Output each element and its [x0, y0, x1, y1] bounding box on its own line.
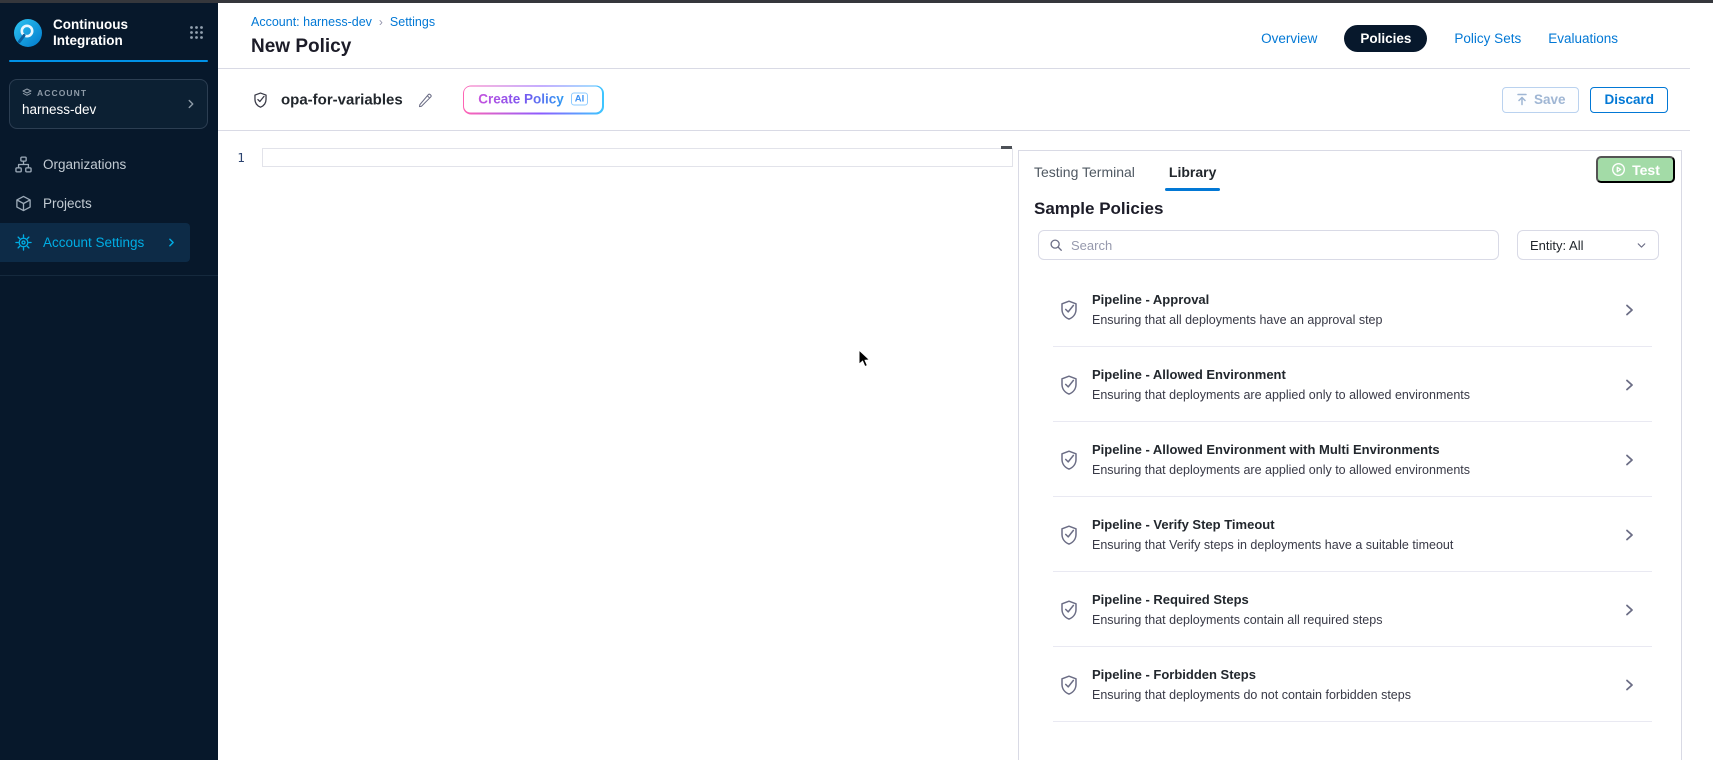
policy-list-item[interactable]: Pipeline - Allowed Environment with Mult… [1019, 422, 1681, 497]
policy-shield-icon [1057, 673, 1081, 697]
page-title: New Policy [251, 36, 351, 58]
policy-title: Pipeline - Approval [1092, 292, 1382, 307]
chevron-right-icon [165, 236, 178, 249]
discard-button[interactable]: Discard [1590, 87, 1668, 113]
breadcrumb-account-link[interactable]: Account: harness-dev [251, 15, 372, 29]
policy-code-editor[interactable]: 1 [218, 131, 1018, 760]
gear-icon [15, 234, 32, 251]
tab-policy-sets[interactable]: Policy Sets [1454, 31, 1521, 46]
policy-description: Ensuring that Verify steps in deployment… [1092, 538, 1453, 552]
policy-title: Pipeline - Forbidden Steps [1092, 667, 1411, 682]
policy-name: opa-for-variables [281, 91, 403, 108]
library-panel: Testing Terminal Library Test Sample Pol… [1018, 150, 1682, 760]
test-button[interactable]: Test [1596, 156, 1675, 183]
module-grid-icon[interactable] [189, 25, 204, 40]
edit-pencil-icon[interactable] [417, 92, 433, 108]
policy-list-item[interactable]: Pipeline - Allowed Environment Ensuring … [1019, 347, 1681, 422]
sidebar-item-organizations[interactable]: Organizations [0, 145, 190, 184]
product-name: Continuous Integration [53, 17, 128, 49]
search-input[interactable] [1071, 238, 1488, 253]
chevron-down-icon [1635, 239, 1648, 252]
policy-title: Pipeline - Verify Step Timeout [1092, 517, 1453, 532]
policy-title: Pipeline - Allowed Environment [1092, 367, 1470, 382]
tab-evaluations[interactable]: Evaluations [1548, 31, 1618, 46]
ai-badge: AI [571, 92, 589, 106]
policy-shield-icon [1057, 523, 1081, 547]
play-circle-icon [1611, 162, 1626, 177]
policy-title: Pipeline - Allowed Environment with Mult… [1092, 442, 1470, 457]
sidebar-item-label: Organizations [43, 157, 126, 172]
policy-description: Ensuring that deployments are applied on… [1092, 388, 1470, 402]
panel-tabs: Testing Terminal Library [1019, 151, 1681, 180]
policy-list-item[interactable]: Pipeline - Required Steps Ensuring that … [1019, 572, 1681, 647]
upload-arrow-icon [1516, 93, 1528, 106]
entity-filter-value: Entity: All [1530, 238, 1583, 253]
breadcrumb-separator: › [379, 15, 383, 29]
chevron-right-icon [1621, 527, 1637, 543]
chevron-right-icon [1621, 452, 1637, 468]
sample-policies-heading: Sample Policies [1034, 199, 1681, 219]
policy-description: Ensuring that all deployments have an ap… [1092, 313, 1382, 327]
tab-library[interactable]: Library [1169, 164, 1216, 180]
policy-title: Pipeline - Required Steps [1092, 592, 1382, 607]
create-policy-label: Create Policy [478, 92, 564, 107]
create-policy-button[interactable]: Create Policy AI [463, 85, 604, 114]
search-icon [1049, 238, 1063, 252]
chevron-right-icon [1621, 677, 1637, 693]
editor-current-line[interactable] [262, 148, 1013, 167]
chevron-right-icon [1621, 602, 1637, 618]
tab-policies[interactable]: Policies [1344, 25, 1427, 52]
org-chart-icon [15, 156, 32, 173]
breadcrumb-settings-link[interactable]: Settings [390, 15, 435, 29]
chevron-right-icon [1621, 302, 1637, 318]
window-top-strip [0, 0, 1713, 3]
cube-icon [15, 195, 32, 212]
panel-controls: Entity: All [1038, 230, 1659, 260]
policy-description: Ensuring that deployments contain all re… [1092, 613, 1382, 627]
policy-list-item[interactable]: Pipeline - Approval Ensuring that all de… [1019, 272, 1681, 347]
policy-list-item[interactable]: Pipeline - Forbidden Steps Ensuring that… [1019, 647, 1681, 722]
policy-section-tabs: Overview Policies Policy Sets Evaluation… [1261, 25, 1618, 52]
policy-shield-icon [251, 90, 270, 109]
policy-identity: opa-for-variables Create Policy AI [251, 85, 604, 114]
harness-ci-logo-icon [13, 18, 43, 48]
policy-shield-icon [1057, 298, 1081, 322]
sidebar: Continuous Integration ACCOUNT harness-d… [0, 3, 218, 760]
policy-toolbar: opa-for-variables Create Policy AI S [218, 69, 1690, 131]
account-label: ACCOUNT [22, 88, 195, 98]
layers-icon [22, 88, 32, 98]
policy-list-item[interactable]: Pipeline - Verify Step Timeout Ensuring … [1019, 497, 1681, 572]
save-button[interactable]: Save [1502, 87, 1580, 113]
sidebar-divider [0, 275, 218, 276]
policy-shield-icon [1057, 448, 1081, 472]
toolbar-actions: Save Discard [1502, 87, 1668, 113]
breadcrumb: Account: harness-dev › Settings [251, 15, 435, 29]
entity-filter-dropdown[interactable]: Entity: All [1517, 230, 1659, 260]
policy-description: Ensuring that deployments do not contain… [1092, 688, 1411, 702]
product-header: Continuous Integration [0, 3, 218, 49]
minimap-slider[interactable] [1001, 146, 1012, 149]
sidebar-item-label: Account Settings [43, 235, 144, 250]
tab-overview[interactable]: Overview [1261, 31, 1317, 46]
sidebar-item-label: Projects [43, 196, 92, 211]
sidebar-item-projects[interactable]: Projects [0, 184, 190, 223]
policy-shield-icon [1057, 598, 1081, 622]
policy-shield-icon [1057, 373, 1081, 397]
tab-testing-terminal[interactable]: Testing Terminal [1034, 164, 1135, 180]
policy-description: Ensuring that deployments are applied on… [1092, 463, 1470, 477]
search-box[interactable] [1038, 230, 1499, 260]
line-number: 1 [228, 150, 254, 165]
chevron-right-icon [1621, 377, 1637, 393]
sample-policy-list: Pipeline - Approval Ensuring that all de… [1019, 272, 1681, 722]
sidebar-accent-rule [9, 60, 208, 62]
sidebar-nav: Organizations Projects [0, 145, 218, 262]
account-selector[interactable]: ACCOUNT harness-dev [9, 79, 208, 129]
chevron-right-icon [184, 97, 198, 111]
account-name: harness-dev [22, 102, 195, 117]
sidebar-item-account-settings[interactable]: Account Settings [0, 223, 190, 262]
